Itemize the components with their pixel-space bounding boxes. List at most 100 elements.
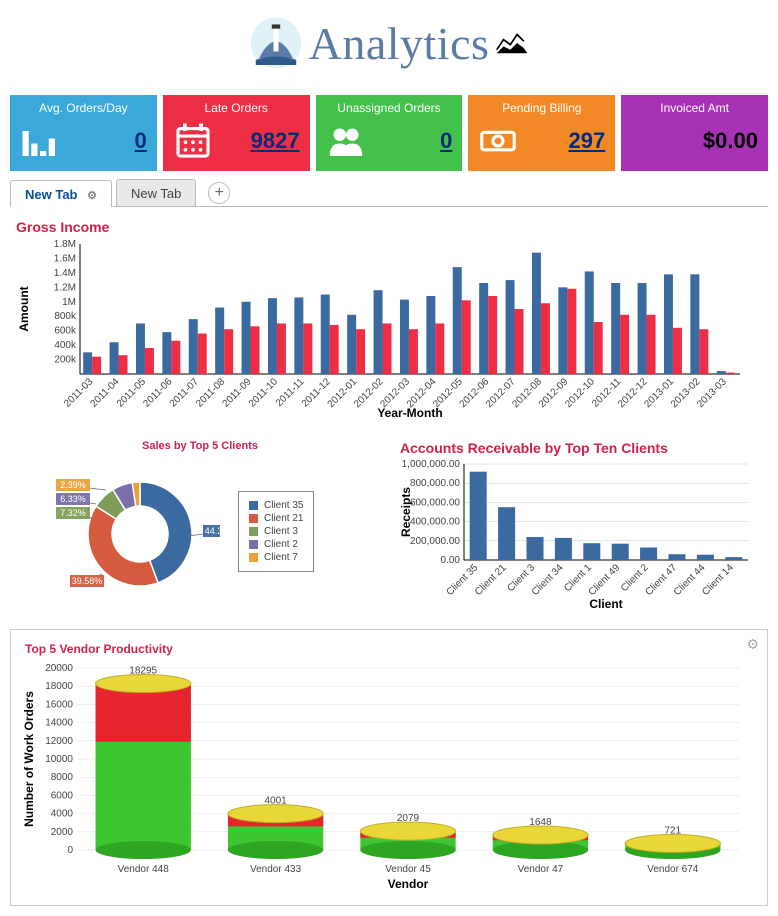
kpi-title: Avg. Orders/Day (20, 101, 147, 115)
kpi-unassigned[interactable]: Unassigned Orders 0 (316, 95, 463, 171)
kpi-value[interactable]: 0 (440, 128, 452, 154)
svg-text:1.6M: 1.6M (54, 253, 76, 264)
legend-swatch (249, 527, 258, 536)
add-tab-button[interactable]: + (208, 182, 230, 204)
svg-text:Client 14: Client 14 (700, 562, 736, 598)
kpi-avg-orders[interactable]: Avg. Orders/Day 0 (10, 95, 157, 171)
svg-text:200,000.00: 200,000.00 (410, 536, 460, 547)
legend-item[interactable]: Client 2 (249, 539, 303, 550)
calendar-icon (173, 121, 213, 161)
tab-bar: New Tab ⚙ New Tab + (10, 179, 768, 207)
kpi-value[interactable]: 297 (568, 128, 605, 154)
kpi-late-orders[interactable]: Late Orders 9827 (163, 95, 310, 171)
svg-text:2079: 2079 (397, 813, 420, 824)
svg-text:Number of Work Orders: Number of Work Orders (22, 691, 36, 827)
tab-label: New Tab (131, 186, 181, 201)
legend-item[interactable]: Client 35 (249, 500, 303, 511)
mid-row: Sales by Top 5 Clients 44.38%39.58%7.32%… (10, 434, 768, 615)
svg-text:12000: 12000 (45, 736, 73, 747)
svg-text:18000: 18000 (45, 681, 73, 692)
svg-text:Client 49: Client 49 (587, 562, 623, 598)
tab-label: New Tab (25, 187, 78, 202)
legend-label: Client 3 (264, 526, 298, 537)
svg-text:0.00: 0.00 (441, 555, 461, 566)
svg-text:1.2M: 1.2M (54, 282, 76, 293)
ar-panel: Accounts Receivable by Top Ten Clients 0… (394, 434, 768, 615)
ar-bar-chart[interactable]: 0.00 200,000.00 400,000.00 600,000.00 800,00… (394, 460, 754, 610)
kpi-title: Late Orders (173, 101, 300, 115)
legend-item[interactable]: Client 3 (249, 526, 303, 537)
kpi-value[interactable]: 0 (135, 128, 147, 154)
money-icon (478, 121, 518, 161)
svg-text:Client: Client (589, 597, 622, 610)
kpi-title: Pending Billing (478, 101, 605, 115)
svg-text:14000: 14000 (45, 718, 73, 729)
svg-text:Vendor 433: Vendor 433 (250, 864, 302, 875)
chart-title: Top 5 Vendor Productivity (25, 642, 759, 656)
svg-text:600,000.00: 600,000.00 (410, 497, 460, 508)
kpi-title: Unassigned Orders (326, 101, 453, 115)
svg-text:0: 0 (67, 845, 73, 856)
legend-item[interactable]: Client 21 (249, 513, 303, 524)
svg-text:Year-Month: Year-Month (377, 406, 442, 419)
legend-swatch (249, 540, 258, 549)
svg-text:Vendor 674: Vendor 674 (647, 864, 699, 875)
gear-icon[interactable]: ⚙ (746, 636, 759, 653)
spark-icon (495, 30, 529, 56)
svg-text:600k: 600k (54, 326, 77, 337)
kpi-row: Avg. Orders/Day 0 Late Orders 9827 Unass… (0, 95, 778, 171)
kpi-pending[interactable]: Pending Billing 297 (468, 95, 615, 171)
svg-text:2000: 2000 (51, 827, 74, 838)
svg-text:6000: 6000 (51, 790, 74, 801)
svg-text:Vendor 448: Vendor 448 (118, 864, 170, 875)
gross-income-panel: Gross Income 200k400k600k800k1M1.2M1.4M1… (10, 219, 768, 424)
svg-text:4000: 4000 (51, 809, 74, 820)
tab-inactive[interactable]: New Tab (116, 179, 196, 206)
svg-text:400,000.00: 400,000.00 (410, 517, 460, 528)
legend-label: Client 2 (264, 539, 298, 550)
lighthouse-icon (249, 16, 303, 70)
svg-text:4001: 4001 (264, 796, 287, 807)
chart-title: Gross Income (16, 219, 768, 235)
svg-text:10000: 10000 (45, 754, 73, 765)
kpi-invoiced[interactable]: Invoiced Amt $0.00 (621, 95, 768, 171)
svg-text:8000: 8000 (51, 772, 74, 783)
legend-label: Client 35 (264, 500, 303, 511)
chart-title: Accounts Receivable by Top Ten Clients (400, 440, 768, 456)
svg-text:6.33%: 6.33% (60, 494, 86, 504)
svg-text:721: 721 (664, 825, 681, 836)
users-icon (326, 121, 366, 161)
svg-text:44.38%: 44.38% (205, 526, 220, 536)
svg-text:1M: 1M (62, 297, 76, 308)
gross-income-chart[interactable]: 200k400k600k800k1M1.2M1.4M1.6M1.8MAmount… (10, 239, 750, 419)
svg-text:1648: 1648 (529, 817, 552, 828)
svg-text:1,000,000.00: 1,000,000.00 (402, 460, 461, 470)
svg-text:800k: 800k (54, 311, 77, 322)
vendor-panel: ⚙ Top 5 Vendor Productivity 0 2000 4000 600… (10, 629, 768, 906)
legend-item[interactable]: Client 7 (249, 552, 303, 563)
bars-icon (20, 121, 60, 161)
kpi-value[interactable]: 9827 (251, 128, 300, 154)
tab-active[interactable]: New Tab ⚙ (10, 180, 112, 207)
svg-text:200k: 200k (54, 355, 77, 366)
svg-text:800,000.00: 800,000.00 (410, 478, 460, 489)
svg-text:2.39%: 2.39% (60, 480, 86, 490)
svg-text:16000: 16000 (45, 699, 73, 710)
svg-text:18295: 18295 (129, 666, 157, 677)
pie-panel: Sales by Top 5 Clients 44.38%39.58%7.32%… (10, 434, 384, 615)
gear-icon[interactable]: ⚙ (87, 190, 97, 202)
svg-text:Receipts: Receipts (399, 487, 413, 537)
legend-label: Client 21 (264, 513, 303, 524)
kpi-title: Invoiced Amt (631, 101, 758, 115)
header: Analytics (0, 0, 778, 95)
legend-swatch (249, 514, 258, 523)
svg-text:1.4M: 1.4M (54, 268, 76, 279)
chart-title: Sales by Top 5 Clients (16, 440, 384, 452)
svg-text:Amount: Amount (17, 286, 31, 331)
vendor-chart[interactable]: 0 2000 4000 6000 8000 10000 12000 14000 16000 180… (19, 660, 749, 890)
svg-text:1.8M: 1.8M (54, 239, 76, 250)
svg-text:Vendor 45: Vendor 45 (385, 864, 431, 875)
pie-legend: Client 35 Client 21 Client 3 Client 2 Client… (238, 491, 314, 572)
legend-swatch (249, 501, 258, 510)
sales-pie-chart[interactable]: 44.38%39.58%7.32%6.33%2.39% (10, 456, 220, 606)
